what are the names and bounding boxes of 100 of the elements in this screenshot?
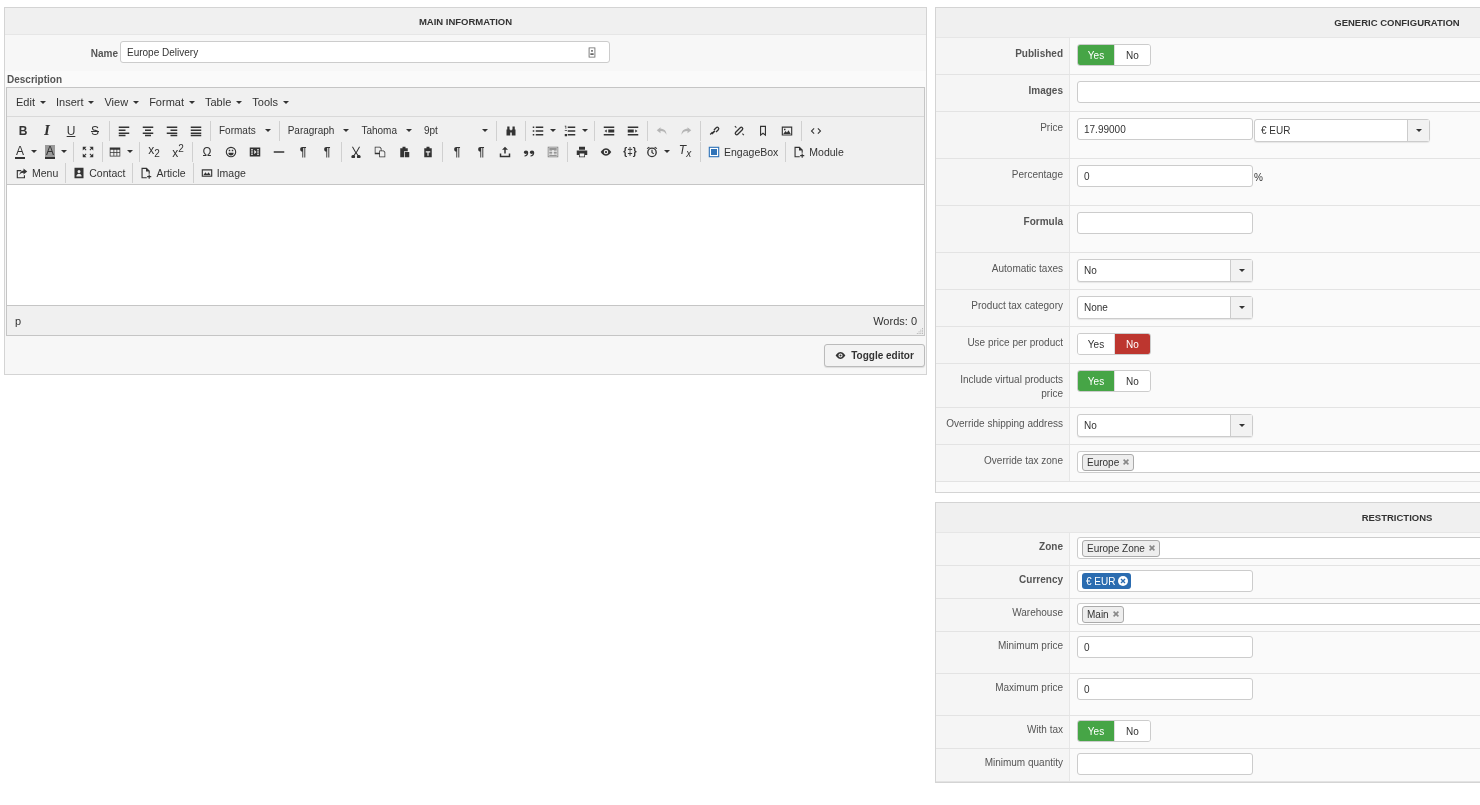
file-plus-button[interactable]: Article: [135, 162, 191, 183]
panel-title: RESTRICTIONS: [1361, 512, 1433, 523]
dropdown-button[interactable]: Formats: [213, 120, 277, 141]
remove-icon[interactable]: [1118, 576, 1129, 586]
menubar-item[interactable]: Format: [144, 91, 200, 113]
tag-input-field[interactable]: Europe: [1077, 451, 1480, 473]
input-field[interactable]: 17.99000: [1077, 118, 1253, 140]
right-to-left-button[interactable]: ¶: [315, 141, 340, 162]
tag-label: € EUR: [1086, 575, 1116, 587]
caret-icon: [236, 100, 243, 104]
field-label: With tax: [1026, 724, 1063, 735]
field-value: 0: [1084, 170, 1090, 182]
remove-icon[interactable]: [1147, 544, 1156, 552]
menubar-item[interactable]: Tools: [247, 91, 294, 113]
caret-icon: [127, 150, 134, 153]
square-button[interactable]: EngageBox: [703, 141, 784, 162]
toggle-editor-button[interactable]: Toggle editor: [824, 344, 925, 367]
caret-icon: [1238, 424, 1245, 427]
tag-input-field[interactable]: € EUR: [1077, 570, 1253, 592]
clipboard-icon: [398, 145, 411, 158]
show-characters-button[interactable]: ¶: [469, 141, 494, 162]
field-label: Minimum quantity: [984, 757, 1063, 768]
contact-card-button[interactable]: Contact: [68, 162, 131, 183]
share-icon: [16, 166, 28, 179]
superscript-button[interactable]: x$^{2}$: [166, 141, 191, 162]
caret-icon: [31, 150, 37, 153]
field-value: No: [1084, 420, 1097, 431]
caret-icon: [1415, 129, 1422, 132]
field-value: Europe Delivery: [127, 46, 199, 58]
smiley-icon: [225, 145, 238, 158]
dropdown-button[interactable]: Tahoma: [355, 120, 418, 141]
field-label: Published: [1015, 48, 1063, 59]
select-field[interactable]: No: [1077, 414, 1253, 437]
contact-card-icon[interactable]: [587, 46, 597, 58]
menubar-item[interactable]: Table: [200, 91, 248, 113]
select-field[interactable]: No: [1077, 259, 1253, 282]
caret-icon: [133, 100, 140, 104]
subscript-button[interactable]: x$_{2}$: [142, 141, 167, 162]
remove-icon[interactable]: [1111, 610, 1120, 618]
word-count: Words: 0: [873, 314, 917, 327]
bullet-list-icon: [531, 124, 544, 137]
field-label: Include virtual products price: [960, 374, 1063, 399]
input-field[interactable]: [1077, 753, 1253, 775]
italic-button[interactable]: I: [35, 120, 59, 141]
tag-input-field[interactable]: Main: [1077, 603, 1480, 625]
left-to-right-button[interactable]: ¶: [291, 141, 316, 162]
toggle-option[interactable]: No: [1114, 45, 1150, 65]
tag-label: Europe: [1087, 456, 1120, 468]
menubar-item[interactable]: Edit: [11, 91, 51, 113]
film-icon: [249, 145, 262, 158]
alarm-clock-icon: [646, 145, 659, 158]
currency-select[interactable]: € EUR: [1254, 119, 1430, 142]
field-label: Automatic taxes: [991, 263, 1063, 274]
select-field[interactable]: None: [1077, 296, 1253, 319]
resize-handle-icon[interactable]: [916, 327, 923, 334]
clear-formatting-button[interactable]: T$_{x}$: [674, 141, 699, 162]
input-field[interactable]: 0: [1077, 678, 1253, 700]
text-color-button[interactable]: A: [11, 141, 41, 162]
dropdown-button[interactable]: 9pt: [417, 120, 494, 141]
field-label: Name: [89, 47, 119, 59]
bold-button[interactable]: B: [11, 120, 35, 141]
caret-icon: [405, 129, 412, 132]
share-button[interactable]: Menu: [11, 162, 64, 183]
background-color-button[interactable]: A: [41, 141, 72, 162]
tag-label: Main: [1087, 608, 1109, 620]
numbered-list-icon: [563, 124, 576, 137]
field-value: 0: [1084, 683, 1090, 695]
unit-label: %: [1254, 171, 1263, 183]
toggle-option[interactable]: No: [1114, 721, 1150, 741]
picture-button[interactable]: Image: [195, 162, 251, 183]
dropdown-button[interactable]: Paragraph: [281, 120, 356, 141]
name-field[interactable]: Europe Delivery: [120, 41, 610, 63]
show-blocks-button[interactable]: ¶: [445, 141, 470, 162]
field-label: Warehouse: [1012, 607, 1063, 618]
caret-icon: [1238, 269, 1245, 272]
tag-label: Europe Zone: [1087, 542, 1145, 554]
underline-button[interactable]: U: [59, 120, 83, 141]
menubar-item[interactable]: Insert: [50, 91, 100, 113]
code-sample-button[interactable]: {‡}: [618, 141, 643, 162]
field-label: Images: [1028, 85, 1063, 96]
input-field[interactable]: [1077, 212, 1253, 234]
toggle-option[interactable]: No: [1114, 371, 1150, 391]
field-label: Product tax category: [971, 300, 1063, 311]
square-icon: [708, 145, 721, 158]
file-plus-icon: [793, 145, 806, 158]
field-value: No: [1084, 265, 1097, 276]
input-field[interactable]: 0: [1077, 636, 1253, 658]
menubar-item[interactable]: View: [99, 91, 145, 113]
caret-icon: [88, 100, 95, 104]
strikethrough-button[interactable]: S: [83, 120, 107, 141]
toggle-option[interactable]: Yes: [1078, 334, 1114, 354]
tag-input-field[interactable]: Europe Zone: [1077, 537, 1480, 559]
input-field[interactable]: 0: [1077, 165, 1253, 187]
file-plus-button[interactable]: Module: [788, 141, 849, 162]
toggle-option[interactable]: No: [1114, 334, 1150, 354]
field-label: Percentage: [1011, 169, 1063, 180]
remove-icon[interactable]: [1122, 458, 1131, 466]
special-character-button[interactable]: Ω: [195, 141, 220, 162]
contact-card-icon: [73, 166, 86, 179]
eye-icon: [835, 350, 847, 361]
